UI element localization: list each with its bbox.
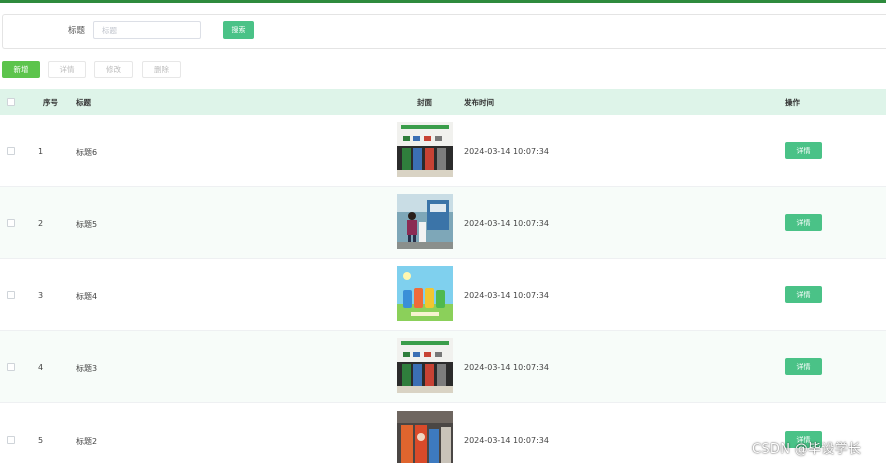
row-checkbox[interactable] (7, 436, 15, 444)
row-publish-time: 2024-03-14 10:07:34 (464, 219, 549, 228)
row-publish-time: 2024-03-14 10:07:34 (464, 436, 549, 445)
row-index: 4 (38, 363, 44, 372)
search-label: 标题 (68, 26, 86, 36)
row-detail-button[interactable]: 详情 (785, 358, 822, 375)
header-title: 标题 (76, 98, 91, 107)
row-publish-time: 2024-03-14 10:07:34 (464, 363, 549, 372)
row-cover-image (397, 122, 453, 177)
row-cover-image (397, 411, 453, 463)
row-cover-image (397, 194, 453, 249)
row-detail-button[interactable]: 详情 (785, 142, 822, 159)
header-publish-time: 发布时间 (464, 98, 494, 107)
row-publish-time: 2024-03-14 10:07:34 (464, 291, 549, 300)
row-cover-image (397, 266, 453, 321)
row-cover-image (397, 338, 453, 393)
csdn-watermark: CSDN @毕设学长 (752, 442, 862, 457)
title-search-input[interactable] (93, 21, 201, 39)
row-title: 标题6 (76, 148, 98, 157)
row-checkbox[interactable] (7, 363, 15, 371)
row-checkbox[interactable] (7, 147, 15, 155)
row-checkbox[interactable] (7, 219, 15, 227)
row-title: 标题4 (76, 292, 98, 301)
top-accent-bar (0, 0, 886, 3)
row-publish-time: 2024-03-14 10:07:34 (464, 147, 549, 156)
add-button[interactable]: 新增 (2, 61, 40, 78)
row-detail-button[interactable]: 详情 (785, 286, 822, 303)
row-title: 标题5 (76, 220, 98, 229)
header-index: 序号 (43, 98, 58, 107)
row-title: 标题3 (76, 364, 98, 373)
row-index: 3 (38, 291, 44, 300)
row-title: 标题2 (76, 437, 98, 446)
row-index: 2 (38, 219, 44, 228)
header-cover: 封面 (417, 98, 432, 107)
header-action: 操作 (785, 98, 800, 107)
table-header (0, 89, 886, 115)
select-all-checkbox[interactable] (7, 98, 15, 106)
row-index: 1 (38, 147, 44, 156)
delete-button[interactable]: 删除 (142, 61, 181, 78)
row-checkbox[interactable] (7, 291, 15, 299)
edit-button[interactable]: 修改 (94, 61, 133, 78)
row-index: 5 (38, 436, 44, 445)
row-detail-button[interactable]: 详情 (785, 214, 822, 231)
search-button[interactable]: 搜索 (223, 21, 254, 39)
detail-button[interactable]: 详情 (48, 61, 86, 78)
